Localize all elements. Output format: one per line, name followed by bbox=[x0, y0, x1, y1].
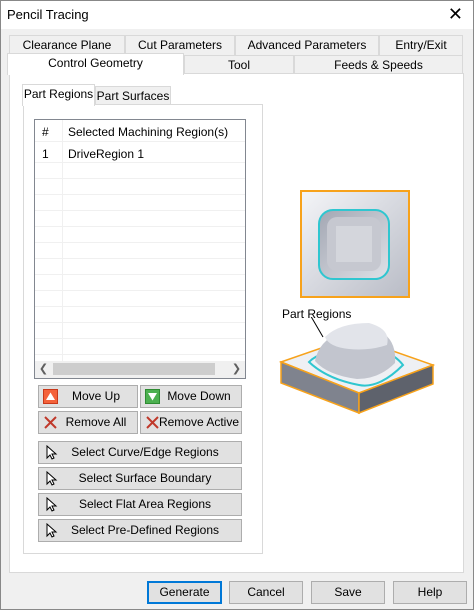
table-row[interactable]: 1 DriveRegion 1 bbox=[35, 142, 245, 163]
window-title: Pencil Tracing bbox=[7, 7, 89, 22]
select-curve-label: Select Curve/Edge Regions bbox=[71, 445, 219, 459]
select-predefined-regions-button[interactable]: Select Pre-Defined Regions bbox=[38, 519, 242, 542]
tab-feeds-speeds[interactable]: Feeds & Speeds bbox=[294, 55, 463, 75]
regions-list[interactable]: # Selected Machining Region(s) 1 DriveRe… bbox=[34, 119, 246, 379]
tab-clearance-plane[interactable]: Clearance Plane bbox=[9, 35, 125, 55]
cursor-arrow-icon bbox=[46, 445, 58, 460]
list-item bbox=[35, 211, 245, 227]
tab-entry-exit[interactable]: Entry/Exit bbox=[379, 35, 463, 55]
cursor-arrow-icon bbox=[46, 497, 58, 512]
arrow-up-icon bbox=[43, 389, 58, 404]
list-header: # Selected Machining Region(s) bbox=[35, 120, 245, 142]
list-item bbox=[35, 195, 245, 211]
list-item bbox=[35, 291, 245, 307]
scroll-left-icon[interactable]: ❮ bbox=[35, 361, 52, 378]
list-item bbox=[35, 323, 245, 339]
horizontal-scrollbar[interactable]: ❮ ❯ bbox=[35, 361, 245, 378]
list-item bbox=[35, 179, 245, 195]
tab-advanced-parameters[interactable]: Advanced Parameters bbox=[235, 35, 379, 55]
row-number: 1 bbox=[42, 147, 49, 161]
save-button[interactable]: Save bbox=[311, 581, 385, 604]
select-flat-label: Select Flat Area Regions bbox=[78, 497, 212, 511]
list-item bbox=[35, 243, 245, 259]
scroll-thumb[interactable] bbox=[53, 363, 215, 375]
preview-top-view bbox=[300, 190, 410, 298]
list-item bbox=[35, 163, 245, 179]
subtab-part-regions[interactable]: Part Regions bbox=[22, 84, 95, 106]
scroll-right-icon[interactable]: ❯ bbox=[228, 361, 245, 378]
column-header-region: Selected Machining Region(s) bbox=[68, 125, 229, 139]
remove-x-icon bbox=[44, 416, 57, 429]
move-up-label: Move Up bbox=[71, 389, 121, 403]
dialog-window: Pencil Tracing ✕ Clearance Plane Cut Par… bbox=[0, 0, 474, 610]
remove-active-button[interactable]: Remove Active bbox=[140, 411, 242, 434]
list-item bbox=[35, 275, 245, 291]
list-item bbox=[35, 307, 245, 323]
preview-iso-view bbox=[279, 317, 436, 415]
select-curve-edge-regions-button[interactable]: Select Curve/Edge Regions bbox=[38, 441, 242, 464]
generate-button[interactable]: Generate bbox=[147, 581, 222, 604]
select-surface-label: Select Surface Boundary bbox=[78, 471, 212, 485]
cursor-arrow-icon bbox=[46, 523, 58, 538]
cursor-arrow-icon bbox=[46, 471, 58, 486]
list-item bbox=[35, 339, 245, 355]
remove-all-button[interactable]: Remove All bbox=[38, 411, 138, 434]
help-button[interactable]: Help bbox=[393, 581, 467, 604]
tab-control-geometry[interactable]: Control Geometry bbox=[7, 53, 184, 75]
select-surface-boundary-button[interactable]: Select Surface Boundary bbox=[38, 467, 242, 490]
close-icon[interactable]: ✕ bbox=[448, 4, 463, 24]
title-bar: Pencil Tracing ✕ bbox=[1, 1, 473, 29]
move-down-label: Move Down bbox=[167, 389, 231, 403]
remove-x-icon bbox=[146, 416, 159, 429]
column-header-number: # bbox=[42, 125, 49, 139]
select-predefined-label: Select Pre-Defined Regions bbox=[70, 523, 220, 537]
cancel-button[interactable]: Cancel bbox=[229, 581, 303, 604]
tab-cut-parameters[interactable]: Cut Parameters bbox=[125, 35, 235, 55]
tab-tool[interactable]: Tool bbox=[184, 55, 294, 75]
subtab-part-surfaces[interactable]: Part Surfaces bbox=[95, 86, 171, 106]
row-region-name: DriveRegion 1 bbox=[68, 147, 145, 161]
arrow-down-icon bbox=[145, 389, 160, 404]
select-flat-area-regions-button[interactable]: Select Flat Area Regions bbox=[38, 493, 242, 516]
move-down-button[interactable]: Move Down bbox=[140, 385, 242, 408]
list-item bbox=[35, 227, 245, 243]
list-item bbox=[35, 259, 245, 275]
remove-all-label: Remove All bbox=[65, 415, 127, 429]
move-up-button[interactable]: Move Up bbox=[38, 385, 138, 408]
